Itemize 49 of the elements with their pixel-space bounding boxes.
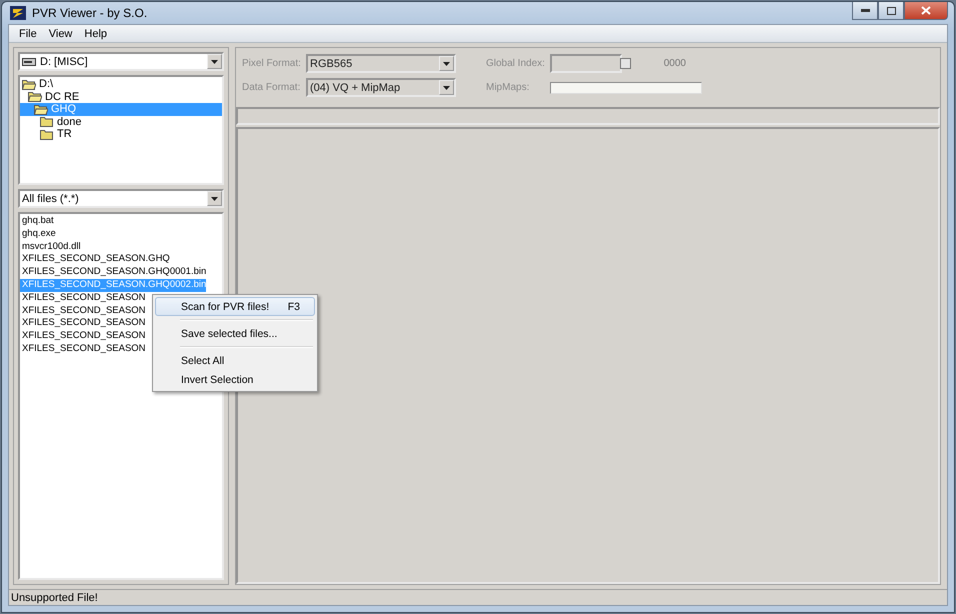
open-folder-icon [22, 78, 36, 90]
file-entry[interactable]: XFILES_SECOND_SEASON.GHQ [20, 253, 170, 266]
field-label: Pixel Format: [242, 58, 302, 69]
field-label: MipMaps: [486, 82, 530, 93]
global-index-field[interactable] [550, 54, 622, 73]
minimize-icon [860, 9, 870, 12]
mipmap-track[interactable] [550, 82, 702, 94]
app-icon [10, 6, 26, 20]
menu-item[interactable]: Scan for PVR files! F3 [155, 297, 315, 316]
caret-icon [443, 62, 450, 66]
checkbox[interactable] [620, 58, 631, 69]
minimize-button[interactable] [852, 2, 878, 20]
index-reading: 0000 [662, 58, 686, 69]
field-label: Data Format: [242, 82, 302, 93]
close-button[interactable] [904, 2, 948, 20]
caret-icon [443, 86, 450, 90]
window-title: PVR Viewer - by S.O. [32, 6, 148, 20]
menu-item[interactable]: Help [78, 28, 114, 40]
caret-icon [211, 60, 218, 64]
tree-item[interactable]: TR [20, 128, 222, 140]
menu-item[interactable]: View [42, 28, 78, 40]
menu-item[interactable]: Save selected files... [155, 324, 315, 343]
filter-select[interactable]: All files (*.*) [18, 189, 224, 208]
file-entry[interactable]: ghq.bat [20, 215, 54, 228]
menu-item[interactable]: Select All [155, 351, 315, 370]
folder-icon [40, 128, 54, 140]
tree-item[interactable]: D:\ [20, 78, 222, 90]
maximize-icon [886, 6, 896, 14]
status-text: Unsupported File! [11, 592, 98, 604]
file-entry[interactable]: XFILES_SECOND_SEASON [20, 330, 146, 343]
file-entry[interactable]: XFILES_SECOND_SEASON [20, 342, 146, 356]
field-label: Global Index: [486, 58, 546, 69]
menu-item[interactable]: File [13, 28, 43, 40]
close-icon [921, 6, 931, 15]
menu-item[interactable]: Invert Selection [155, 370, 315, 389]
tree-item[interactable]: done [20, 116, 222, 128]
open-folder-icon [28, 91, 42, 102]
file-entry[interactable]: msvcr100d.dll [20, 240, 81, 254]
drive-icon [22, 58, 36, 66]
file-entry[interactable]: XFILES_SECOND_SEASON.GHQ0001.bin [20, 266, 206, 279]
tree-item[interactable]: DC RE [20, 90, 222, 103]
open-folder-icon [34, 104, 48, 115]
file-entry[interactable]: XFILES_SECOND_SEASON [20, 304, 146, 318]
drive-select[interactable]: D: [MISC] [18, 52, 224, 71]
maximize-button[interactable] [878, 2, 904, 20]
caret-icon [211, 196, 218, 200]
file-entry[interactable]: XFILES_SECOND_SEASON [20, 317, 146, 330]
file-entry[interactable]: ghq.exe [20, 228, 56, 241]
file-entry[interactable]: XFILES_SECOND_SEASON [20, 292, 146, 305]
